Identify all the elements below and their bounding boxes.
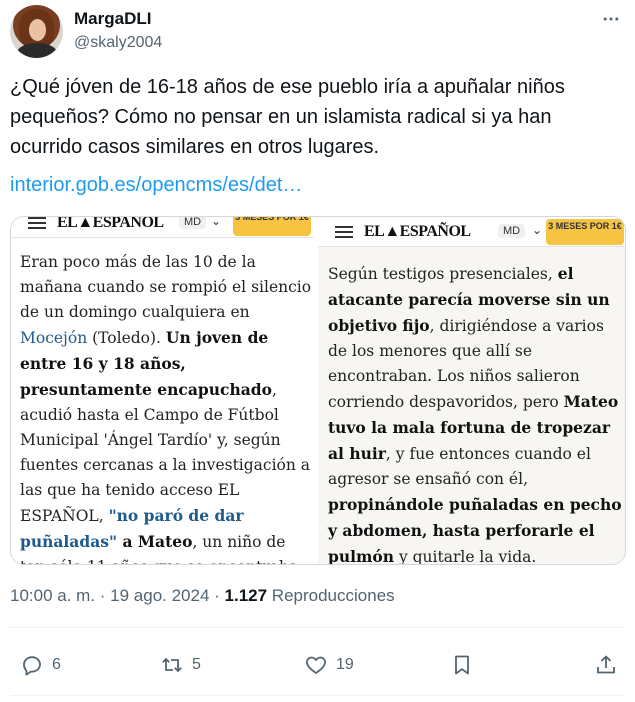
article-segment: y quitarle la vida.: [394, 548, 537, 565]
promo-badge: 3 MESES POR 1€: [546, 219, 624, 245]
menu-icon: [335, 226, 353, 238]
article-topbar: EL▲ESPAÑOL MD ⌄ 3 MESES POR 1€: [11, 216, 314, 238]
promo-badge: 3 MESES POR 1€: [233, 217, 311, 236]
md-badge: MD: [179, 217, 207, 229]
heart-icon: [306, 656, 326, 674]
divider: [10, 695, 625, 696]
article-text: Según testigos presenciales, el atacante…: [328, 261, 625, 565]
newspaper-logo: EL▲ESPAÑOL: [364, 223, 471, 240]
retweet-count: 5: [192, 656, 201, 673]
views-label: Reproducciones: [267, 586, 395, 605]
reply-icon: [23, 656, 41, 676]
chevron-down-icon: ⌄: [211, 216, 222, 228]
newspaper-logo: EL▲ESPAÑOL: [57, 216, 164, 231]
share-button[interactable]: [594, 648, 618, 682]
view-count: 1.127: [224, 586, 268, 605]
divider: [10, 627, 625, 628]
tweet-media[interactable]: EL▲ESPAÑOL MD ⌄ 3 MESES POR 1€ Eran poco…: [10, 216, 626, 565]
tweet-header: MargaDLI @skaly2004: [10, 5, 625, 58]
article-bold: a Mateo: [117, 532, 193, 551]
article-screenshot-right[interactable]: EL▲ESPAÑOL MD ⌄ 3 MESES POR 1€ Según tes…: [318, 217, 625, 565]
article-link-mocejon: Mocejón: [20, 329, 88, 347]
like-count: 19: [336, 656, 354, 673]
article-segment: (Toledo).: [87, 329, 166, 347]
article-topbar: EL▲ESPAÑOL MD ⌄ 3 MESES POR 1€: [318, 217, 625, 247]
article-text: Eran poco más de las 10 de la mañana cua…: [20, 250, 313, 564]
author-handle[interactable]: @skaly2004: [74, 34, 162, 52]
bookmark-icon: [455, 655, 469, 675]
reply-button[interactable]: 6: [20, 648, 61, 682]
md-badge: MD: [498, 224, 526, 238]
like-button[interactable]: 19: [304, 648, 354, 682]
bookmark-button[interactable]: [450, 648, 474, 682]
tweet-body: ¿Qué jóven de 16-18 años de ese pueblo i…: [10, 76, 565, 158]
action-bar: 6 5 19: [10, 648, 625, 682]
timestamp[interactable]: 10:00 a. m. · 19 ago. 2024 ·: [10, 586, 225, 605]
retweet-icon: [162, 657, 182, 673]
article-segment: Eran poco más de las 10 de la mañana cua…: [20, 253, 312, 321]
menu-icon: [28, 217, 46, 229]
article-segment: Según testigos presenciales,: [328, 265, 558, 283]
share-icon: [597, 655, 615, 674]
chevron-down-icon: ⌄: [532, 223, 543, 237]
tweet-text: ¿Qué jóven de 16-18 años de ese pueblo i…: [10, 72, 625, 162]
article-segment: , acudió hasta el Campo de Fútbol Munici…: [20, 381, 311, 525]
tweet-link[interactable]: interior.gob.es/opencms/es/det…: [10, 170, 302, 200]
more-dots-icon[interactable]: [599, 7, 623, 31]
avatar[interactable]: [10, 5, 63, 58]
author-name[interactable]: MargaDLI: [74, 9, 151, 29]
tweet-meta: 10:00 a. m. · 19 ago. 2024 · 1.127 Repro…: [10, 586, 395, 606]
retweet-button[interactable]: 5: [160, 648, 201, 682]
reply-count: 6: [52, 656, 61, 673]
article-screenshot-left[interactable]: EL▲ESPAÑOL MD ⌄ 3 MESES POR 1€ Eran poco…: [11, 217, 316, 564]
